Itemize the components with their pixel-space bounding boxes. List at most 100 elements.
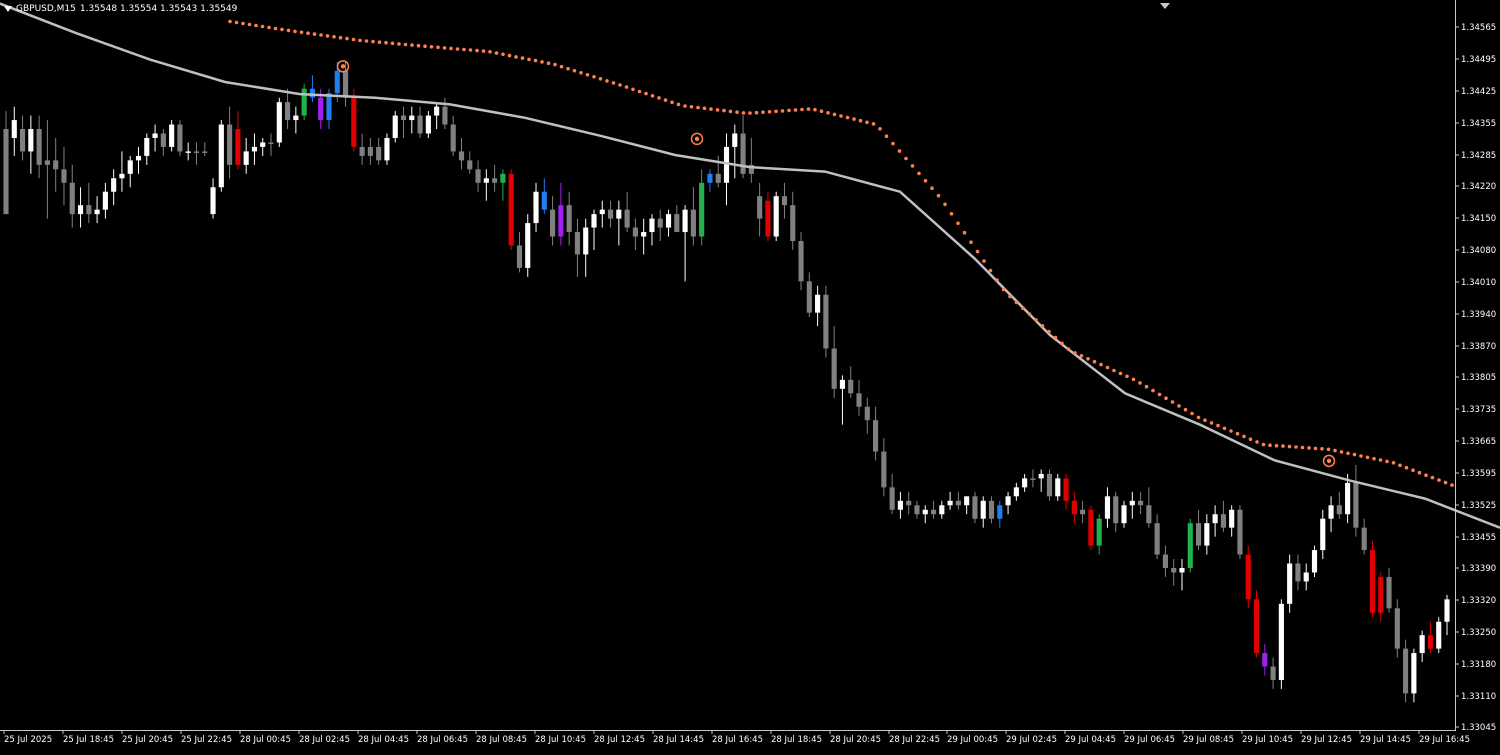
candle (1278, 599, 1284, 689)
band-dot (676, 102, 681, 107)
price-tick-label: 1.33870 (1461, 342, 1496, 352)
band-dot (1398, 463, 1402, 468)
candle-body (1311, 550, 1318, 573)
band-dot (598, 77, 603, 81)
candle-body (19, 129, 26, 152)
menu-triangle-icon[interactable] (4, 6, 12, 12)
band-dot (520, 56, 525, 60)
candle-body (1270, 666, 1276, 680)
candle-body (1113, 496, 1119, 524)
candle-body (1403, 648, 1409, 694)
candle (177, 120, 183, 156)
candle-body (922, 509, 928, 515)
candle (1403, 639, 1409, 703)
price-tick-label: 1.34285 (1461, 151, 1496, 161)
band-dot (566, 66, 570, 71)
time-tick-label: 29 Jul 14:45 (1360, 735, 1411, 745)
candle-body (972, 496, 978, 519)
candle (276, 97, 282, 147)
price-chart[interactable]: 1.34565 1.34495 1.34425 1.34355 1.34285 1.342… (0, 0, 1500, 751)
band-dot (618, 83, 622, 87)
candle-body (1204, 523, 1210, 546)
candle-body (3, 129, 9, 215)
band-dot (436, 45, 440, 50)
band-dot (416, 43, 421, 48)
time-tick-label: 29 Jul 04:45 (1065, 735, 1116, 745)
price-tick-label: 1.33665 (1461, 437, 1496, 447)
band-dot (241, 21, 245, 26)
candle-body (1411, 653, 1417, 694)
band-dot (611, 81, 616, 85)
band-dot (910, 164, 915, 168)
band-dot (1040, 324, 1045, 328)
candle-body (285, 102, 291, 121)
time-tick-label: 28 Jul 12:45 (594, 735, 645, 745)
candle-body (1055, 478, 1061, 497)
candle-body (359, 146, 365, 156)
band-dot (1105, 365, 1110, 370)
candle-body (434, 106, 440, 116)
time-tick-label: 29 Jul 12:45 (1301, 735, 1352, 745)
band-dot (1138, 381, 1142, 385)
candle-body (268, 142, 274, 144)
candle-body (525, 223, 531, 268)
candle-body (94, 209, 100, 215)
candle-body (649, 218, 655, 233)
candle-body (86, 205, 92, 215)
band-dot (754, 110, 759, 115)
price-tick-label: 1.34495 (1461, 55, 1496, 65)
candle-body (1187, 523, 1193, 568)
candle-body (425, 115, 431, 134)
candle-body (1303, 572, 1309, 582)
band-dot (683, 104, 687, 108)
band-dot (1378, 458, 1383, 462)
chart-window[interactable]: 1.34565 1.34495 1.34425 1.34355 1.34285 1.342… (0, 0, 1500, 751)
band-dot (1300, 445, 1305, 450)
candle-body (1444, 599, 1450, 622)
band-dot (1372, 456, 1376, 461)
band-dot (943, 202, 947, 207)
candle-body (1179, 567, 1185, 573)
candle-body (707, 173, 713, 183)
band-dot (1404, 465, 1409, 470)
time-tick-label: 28 Jul 02:45 (299, 735, 350, 745)
time-tick-label: 29 Jul 10:45 (1242, 735, 1293, 745)
candle-body (914, 505, 920, 515)
candle-body (616, 209, 622, 219)
band-dot (514, 55, 518, 59)
candle-body (939, 505, 945, 515)
candle-body (1146, 505, 1152, 524)
band-dot (956, 221, 960, 226)
candle-body (301, 88, 307, 116)
band-dot (644, 91, 648, 96)
band-dot (332, 35, 336, 39)
chart-shift-marker-icon[interactable] (1160, 3, 1170, 9)
band-dot (806, 107, 811, 111)
band-dot (845, 115, 850, 120)
candle (1436, 617, 1442, 654)
band-dot (384, 40, 388, 45)
candle-body (1171, 567, 1177, 573)
price-tick-label: 1.34565 (1461, 23, 1496, 33)
band-dot (1131, 377, 1136, 382)
band-dot (325, 34, 330, 38)
band-dot (1099, 362, 1103, 367)
candle-body (102, 191, 108, 210)
price-tick-label: 1.33805 (1461, 373, 1496, 383)
candle (301, 84, 307, 121)
band-dot (1268, 443, 1272, 448)
band-dot (1164, 396, 1168, 401)
band-dot (774, 109, 778, 114)
candle (392, 111, 398, 143)
band-dot (1248, 437, 1253, 442)
candle-body (831, 348, 837, 389)
candle-body (1336, 505, 1342, 515)
band-dot (780, 109, 785, 113)
candle-body (1212, 514, 1218, 524)
band-dot (650, 94, 655, 98)
time-tick-label: 25 Jul 20:45 (122, 735, 173, 745)
candle-body (583, 227, 589, 255)
band-dot (1196, 415, 1201, 420)
candle-body (699, 182, 705, 237)
band-dot (923, 179, 928, 183)
